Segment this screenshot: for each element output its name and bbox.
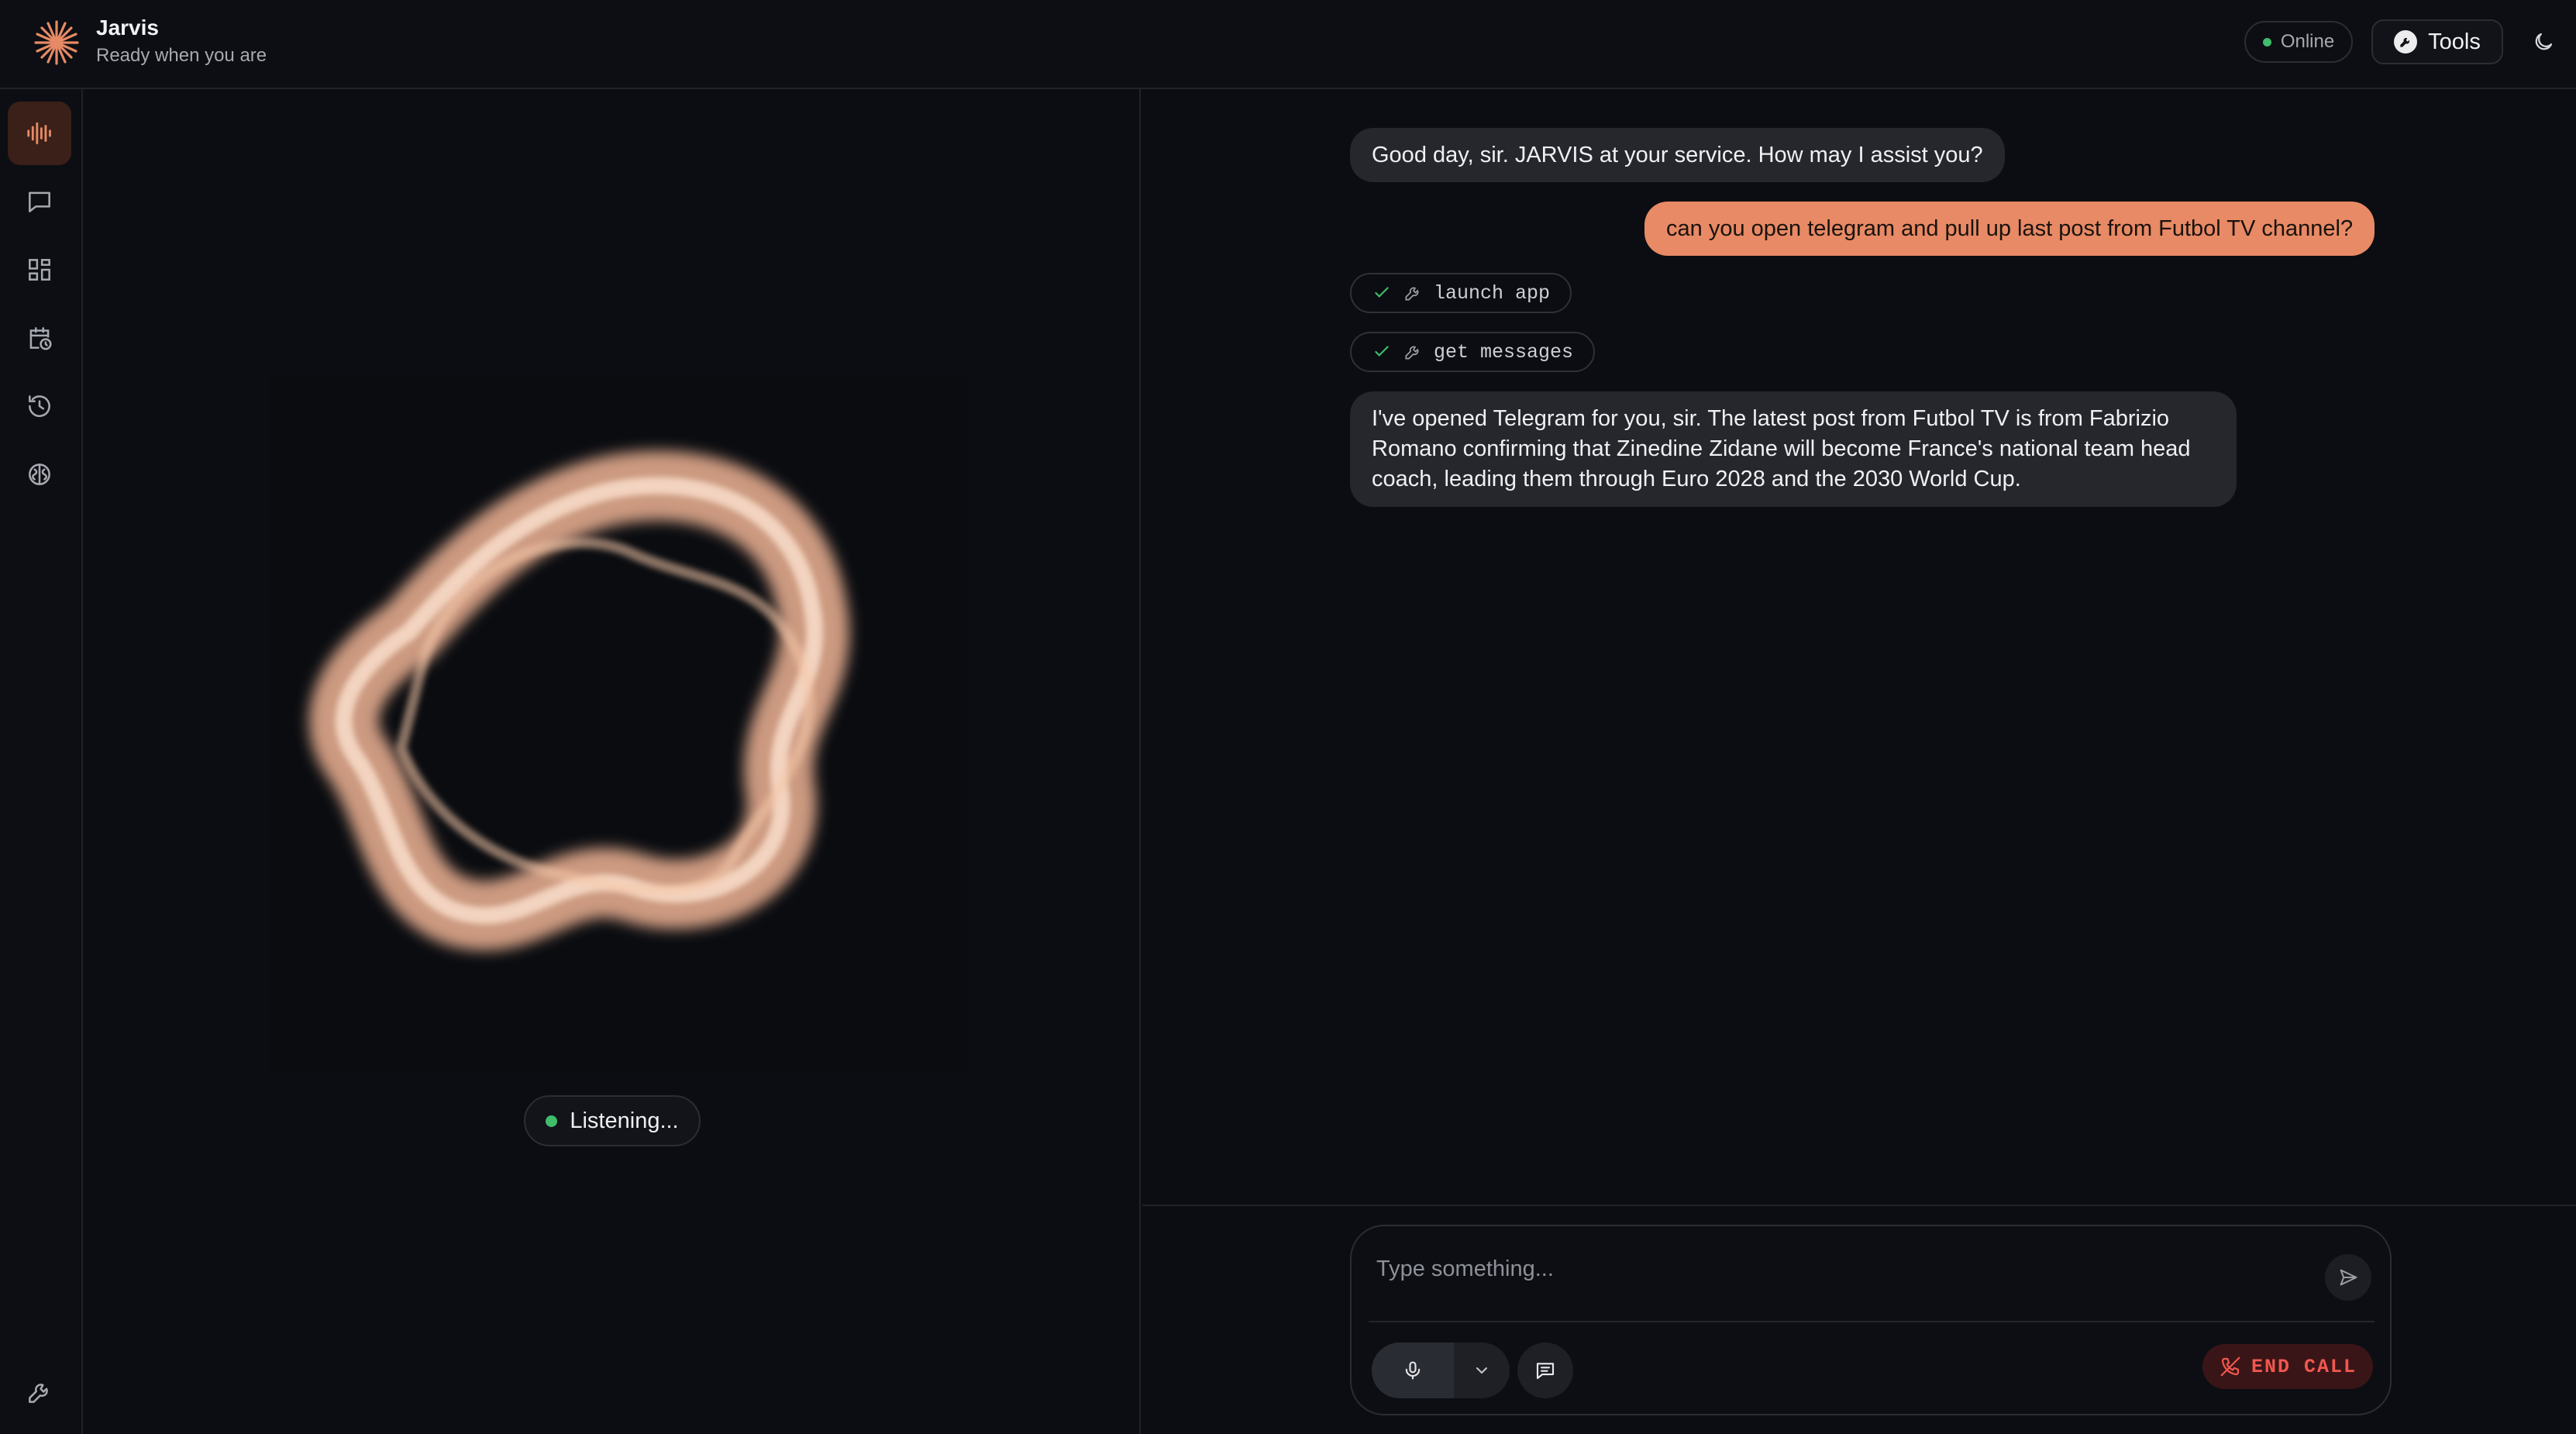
sidebar-item-voice[interactable] xyxy=(8,102,71,165)
calendar-clock-icon xyxy=(29,327,52,350)
tool-call-label: launch app xyxy=(1434,281,1551,305)
sidebar-item-dashboard[interactable] xyxy=(8,238,71,302)
composer-separator xyxy=(1369,1321,2375,1322)
chat-bubble-icon xyxy=(29,191,50,212)
moon-icon xyxy=(2535,33,2553,50)
tools-label: Tools xyxy=(2428,29,2481,54)
message-lines-icon xyxy=(1536,1363,1555,1380)
send-icon xyxy=(2340,1269,2357,1286)
check-icon xyxy=(1375,287,1389,298)
sparkle-burst-icon xyxy=(34,20,79,65)
tool-call-label: get messages xyxy=(1434,340,1574,364)
tool-call-chip[interactable]: launch app xyxy=(1350,273,1572,313)
online-dot-icon xyxy=(2262,37,2271,47)
listening-label: Listening... xyxy=(570,1108,679,1133)
theme-toggle-button[interactable] xyxy=(2525,23,2562,60)
history-icon xyxy=(29,395,50,417)
end-call-button[interactable]: END CALL xyxy=(2202,1344,2373,1389)
phone-off-icon xyxy=(2220,1356,2240,1377)
message-input[interactable] xyxy=(1376,1250,2275,1288)
listening-status: Listening... xyxy=(524,1095,701,1146)
mic-options-button[interactable] xyxy=(1454,1343,1510,1398)
microphone-icon xyxy=(1405,1361,1421,1380)
composer-divider xyxy=(1142,1205,2576,1206)
sidebar-item-history[interactable] xyxy=(8,374,71,438)
sidebar-item-tools[interactable] xyxy=(8,1360,71,1424)
voice-visualizer-panel: Listening... xyxy=(84,89,1141,1434)
tool-call-chip[interactable]: get messages xyxy=(1350,332,1596,372)
message-composer: END CALL xyxy=(1350,1225,2392,1415)
wrench-icon xyxy=(1405,346,1419,360)
tools-button[interactable]: Tools xyxy=(2371,19,2503,64)
status-badge: Online xyxy=(2244,21,2353,63)
app-title: Jarvis xyxy=(96,16,159,40)
sidebar-item-memory[interactable] xyxy=(8,443,71,506)
assistant-message: Good day, sir. JARVIS at your service. H… xyxy=(1350,128,2005,182)
voice-orb xyxy=(270,376,967,1074)
check-icon xyxy=(1375,346,1389,357)
chat-panel: Good day, sir. JARVIS at your service. H… xyxy=(1142,89,2576,1205)
dashboard-grid-icon xyxy=(29,259,50,281)
listening-dot-icon xyxy=(546,1115,558,1127)
mic-button[interactable] xyxy=(1372,1343,1454,1398)
end-call-label: END CALL xyxy=(2251,1355,2357,1378)
send-button[interactable] xyxy=(2325,1254,2371,1301)
app-subtitle: Ready when you are xyxy=(96,45,267,66)
wrench-icon xyxy=(29,1384,48,1403)
chevron-down-icon xyxy=(1476,1367,1487,1374)
text-chat-button[interactable] xyxy=(1517,1343,1573,1398)
sidebar-item-chat[interactable] xyxy=(8,170,71,233)
mic-control xyxy=(1372,1343,1510,1398)
sidebar-item-schedule[interactable] xyxy=(8,306,71,370)
app-header: Jarvis Ready when you are Online Tools xyxy=(0,0,2576,89)
status-label: Online xyxy=(2280,31,2335,52)
user-message: can you open telegram and pull up last p… xyxy=(1644,202,2375,256)
sidebar xyxy=(0,89,83,1434)
brain-icon xyxy=(29,464,50,485)
wrench-icon xyxy=(2394,30,2418,53)
voice-wave-icon xyxy=(27,122,51,145)
assistant-message: I've opened Telegram for you, sir. The l… xyxy=(1350,391,2237,507)
wrench-icon xyxy=(1405,287,1419,301)
